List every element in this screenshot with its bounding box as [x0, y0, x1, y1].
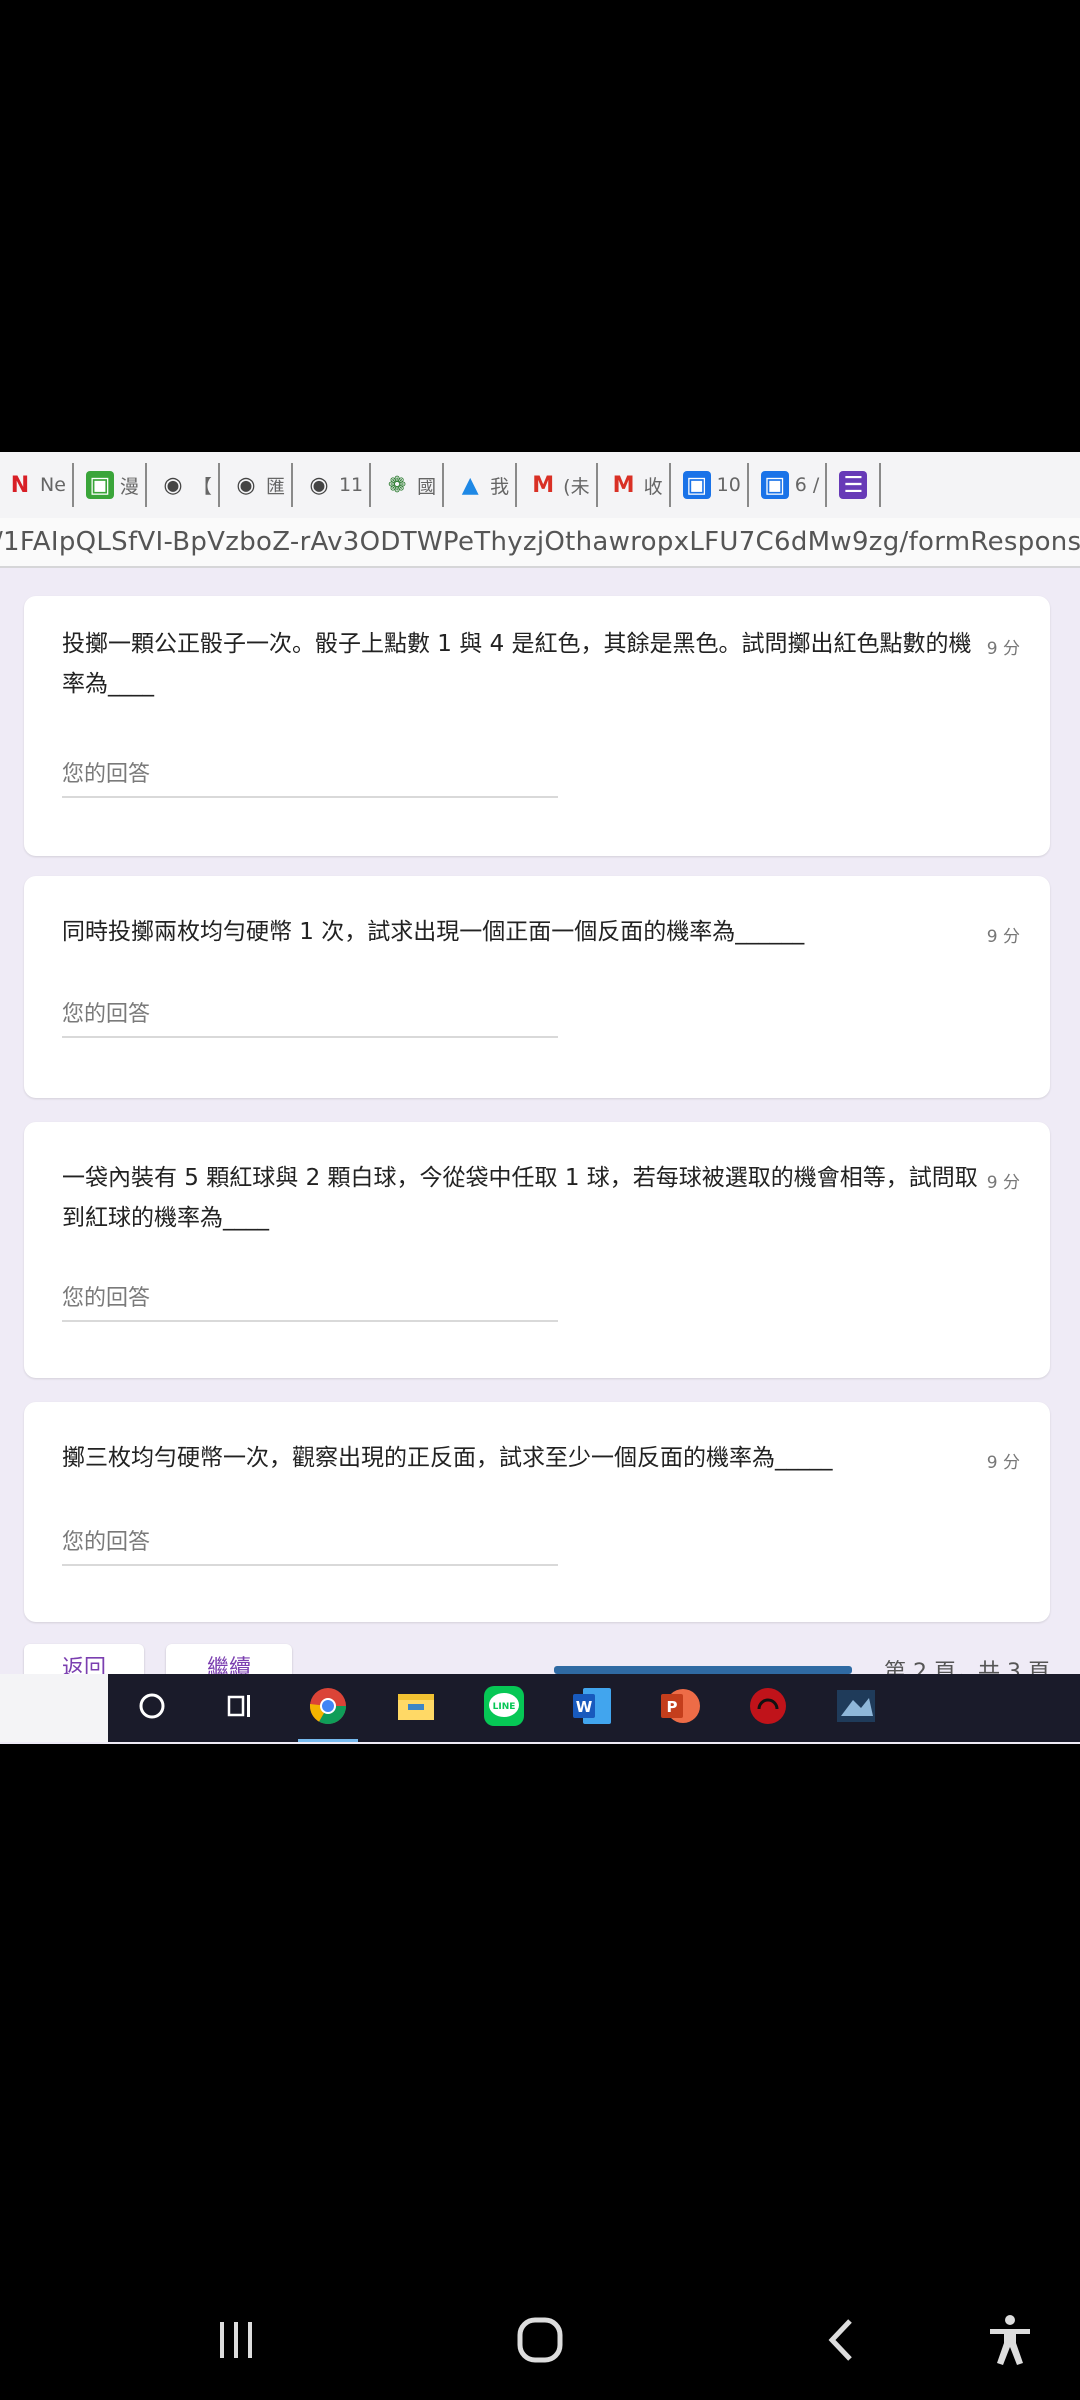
question-points: 9 分: [986, 927, 1020, 947]
answer-field[interactable]: [62, 756, 558, 798]
bookmark-item[interactable]: ◉ 【: [153, 463, 220, 507]
answer-input[interactable]: [62, 1524, 558, 1560]
google-drive-icon: ▲: [461, 472, 479, 498]
bookmark-item[interactable]: ▣ 10: [677, 463, 749, 507]
bookmark-label: 收: [643, 475, 663, 498]
bookmarks-bar: N Ne ▣ 漫 ◉ 【◉ 匯 ◉ 11 ❁ 國 ▲ 我 M (未 M 收 ▣ 10 ▣ 6 /☰: [0, 452, 1080, 519]
bookmark-item[interactable]: M (未: [523, 463, 598, 507]
bookmark-item[interactable]: ❁ 國: [377, 463, 445, 507]
seal-icon: ❁: [387, 472, 407, 498]
bookmark-label: 我: [490, 475, 510, 498]
bookmark-item[interactable]: ▣ 6 /: [755, 463, 828, 507]
taskbar-item[interactable]: [372, 1674, 460, 1742]
search-circle-icon: [135, 1689, 169, 1727]
bookmark-label: Ne: [40, 474, 66, 496]
bookmark-label: 匯: [265, 475, 285, 498]
answer-field[interactable]: [62, 1280, 558, 1322]
taskbar-item[interactable]: [284, 1674, 372, 1742]
svg-text:W: W: [576, 1698, 593, 1716]
back-arrow-icon: [828, 2319, 852, 2361]
line-icon: LINE: [483, 1685, 525, 1731]
answer-input[interactable]: [62, 1280, 558, 1316]
taskbar-item[interactable]: [196, 1674, 284, 1742]
word-icon: W: [571, 1686, 613, 1730]
globe-icon: ◉: [309, 472, 329, 498]
bookmark-item[interactable]: ▣ 漫: [80, 463, 147, 507]
taskbar-item[interactable]: [108, 1674, 196, 1742]
accessibility-button[interactable]: [980, 2310, 1040, 2370]
answer-input[interactable]: [62, 756, 558, 792]
home-button[interactable]: [510, 2310, 570, 2370]
answer-field[interactable]: [62, 1524, 558, 1566]
file-explorer-icon: [396, 1688, 436, 1728]
question-text: 同時投擲兩枚均勻硬幣 1 次，試求出現一個正面一個反面的機率為______: [62, 919, 805, 945]
question-card-2: 同時投擲兩枚均勻硬幣 1 次，試求出現一個正面一個反面的機率為______ 9 …: [24, 876, 1050, 1098]
url-text[interactable]: /1FAIpQLSfVI-BpVzboZ-rAv3ODTWPeThyzjOtha…: [0, 527, 1080, 557]
chrome-icon: [308, 1686, 348, 1730]
question-points: 9 分: [986, 1173, 1020, 1193]
taskbar-icons: LINE W P: [108, 1674, 1080, 1742]
bookmark-item[interactable]: M收: [604, 463, 671, 507]
bookmark-item[interactable]: ◉ 匯: [226, 463, 293, 507]
bookmark-label: 漫: [119, 475, 139, 498]
question-points: 9 分: [986, 1453, 1020, 1473]
forms-icon: ☰: [839, 471, 868, 499]
question-card-1: 投擲一顆公正骰子一次。骰子上點數 1 與 4 是紅色，其餘是黑色。試問擲出紅色點…: [24, 596, 1050, 856]
question-text: 一袋內裝有 5 顆紅球與 2 顆白球，今從袋中任取 1 球，若每球被選取的機會相…: [62, 1165, 978, 1231]
browser-screenshot: N Ne ▣ 漫 ◉ 【◉ 匯 ◉ 11 ❁ 國 ▲ 我 M (未 M 收 ▣ 10 ▣ 6 /☰ /1FAIpQLSf…: [0, 452, 1080, 1744]
contacts-icon: ▣: [760, 471, 789, 499]
taskbar-item[interactable]: [724, 1674, 812, 1742]
bookmark-item[interactable]: ◉ 11: [299, 463, 372, 507]
recent-apps-button[interactable]: [206, 2310, 266, 2370]
question-points: 9 分: [986, 639, 1020, 659]
question-text: 投擲一顆公正骰子一次。骰子上點數 1 與 4 是紅色，其餘是黑色。試問擲出紅色點…: [62, 631, 972, 697]
taskbar-item[interactable]: [812, 1674, 900, 1742]
gmail-icon: M: [532, 472, 555, 498]
taskbar-item[interactable]: P: [636, 1674, 724, 1742]
svg-text:P: P: [667, 1698, 678, 1716]
android-navigation-bar: [0, 2280, 1080, 2400]
home-icon: [517, 2317, 563, 2363]
music-app-icon: [747, 1685, 789, 1731]
answer-field[interactable]: [62, 996, 558, 1038]
photos-app-icon: [835, 1686, 877, 1730]
accessibility-icon: [990, 2315, 1030, 2365]
progress-bar: [554, 1666, 852, 1674]
address-bar[interactable]: /1FAIpQLSfVI-BpVzboZ-rAv3ODTWPeThyzjOtha…: [0, 518, 1080, 568]
taskbar-item[interactable]: W: [548, 1674, 636, 1742]
bookmark-label: 11: [338, 474, 364, 496]
question-card-3: 一袋內裝有 5 顆紅球與 2 顆白球，今從袋中任取 1 球，若每球被選取的機會相…: [24, 1122, 1050, 1378]
bookmark-item[interactable]: ▲ 我: [450, 463, 518, 507]
question-card-4: 擲三枚均勻硬幣一次，觀察出現的正反面，試求至少一個反面的機率為_____ 9 分: [24, 1402, 1050, 1622]
windows-taskbar: LINE W P: [0, 1674, 1080, 1742]
svg-text:LINE: LINE: [493, 1702, 516, 1712]
globe-icon: ◉: [236, 472, 256, 498]
task-view-icon: [223, 1689, 257, 1727]
bookmark-item[interactable]: ☰: [833, 463, 882, 507]
question-text: 擲三枚均勻硬幣一次，觀察出現的正反面，試求至少一個反面的機率為_____: [62, 1445, 833, 1471]
bookmark-label: (未: [563, 475, 590, 498]
back-nav-button[interactable]: [812, 2310, 872, 2370]
bookmark-label: 10: [716, 474, 741, 496]
bookmark-label: 6 /: [794, 474, 820, 496]
recent-apps-icon: [220, 2322, 252, 2358]
netflix-icon: N: [10, 472, 30, 498]
powerpoint-icon: P: [659, 1685, 701, 1731]
bookmark-item[interactable]: N Ne: [0, 463, 74, 507]
globe-icon: ◉: [163, 472, 183, 498]
app-green-icon: ▣: [85, 471, 114, 499]
bookmark-label: 國: [417, 475, 437, 498]
gmail-icon: M: [612, 472, 635, 498]
contacts-icon: ▣: [682, 471, 711, 499]
bookmark-label: 【: [192, 475, 212, 498]
answer-input[interactable]: [62, 996, 558, 1032]
taskbar-item[interactable]: LINE: [460, 1674, 548, 1742]
